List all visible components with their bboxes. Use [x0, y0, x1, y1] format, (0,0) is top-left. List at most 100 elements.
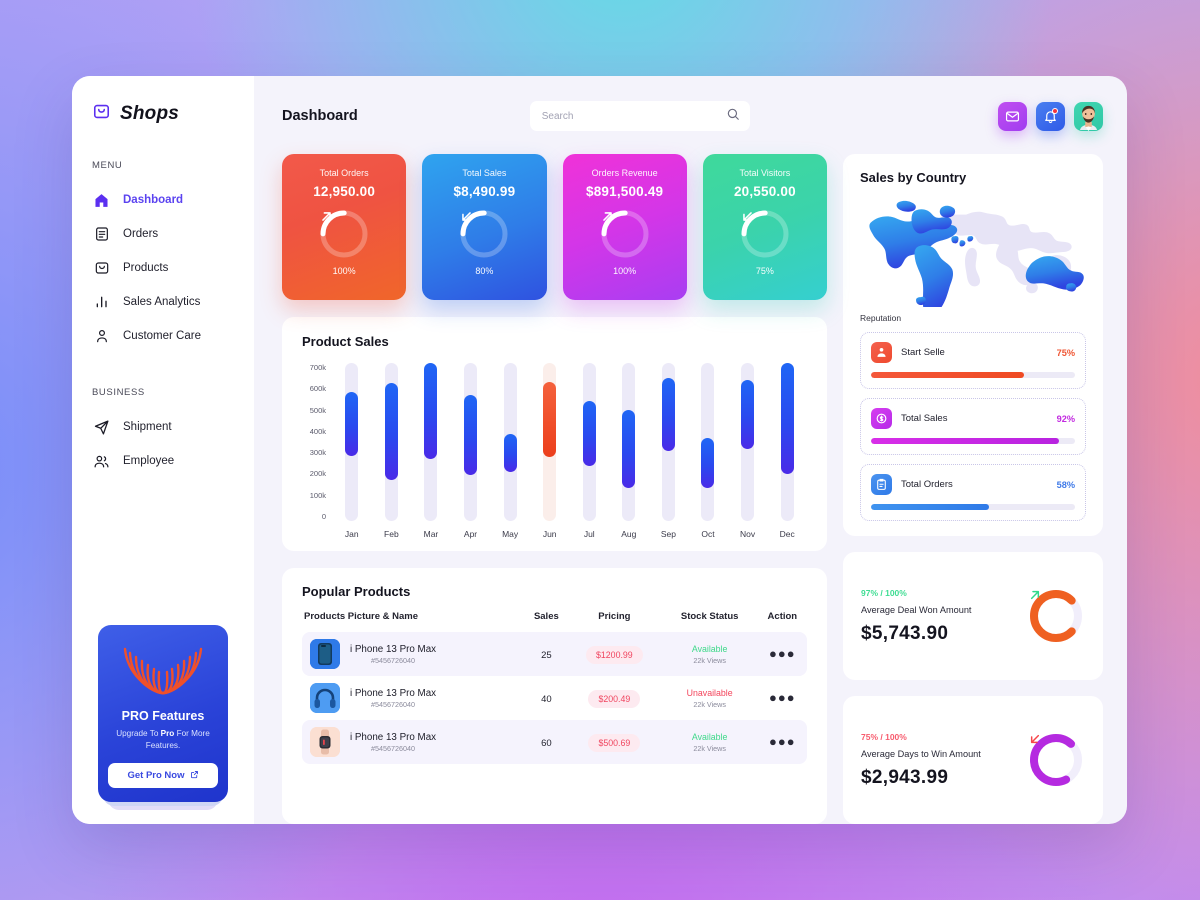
watch-thumbnail	[310, 727, 340, 757]
app-window: Shops MENU Dashboard Orders Products Sal…	[72, 76, 1127, 824]
sidebar-item-customer-care[interactable]: Customer Care	[72, 319, 254, 353]
clipboard-badge-icon	[871, 474, 892, 495]
chart-x-tick: Jul	[583, 529, 595, 539]
chart-bar[interactable]	[451, 363, 491, 521]
product-sku: #5456726040	[371, 700, 416, 710]
table-row[interactable]: i Phone 13 Pro Max #5456726040 60 $500.69 Av…	[302, 720, 807, 764]
table-header-row: Products Picture & Name Sales Pricing Stock…	[302, 611, 807, 632]
stat-card-total-orders[interactable]: Total Orders 12,950.00 100%	[282, 154, 407, 300]
stat-percent: 100%	[613, 266, 637, 276]
content-columns: Total Orders 12,950.00 100% Total Sales …	[282, 154, 1103, 824]
stat-value: $8,490.99	[453, 184, 516, 199]
table-column-header: Action	[767, 611, 798, 622]
table-column-header: Products Picture & Name	[304, 611, 419, 622]
chart-plot-area: Jan Feb Mar Apr May Jun Jul Aug Sep Oct Nov Dec	[332, 363, 807, 539]
product-sku: #5456726040	[371, 744, 416, 754]
stat-value: $891,500.49	[585, 184, 664, 199]
sidebar-item-label: Products	[123, 262, 169, 274]
sidebar-item-products[interactable]: Products	[72, 251, 254, 285]
chart-bar-fill	[345, 392, 359, 456]
chart-bar[interactable]	[372, 363, 412, 521]
chart-bar-fill	[503, 434, 517, 473]
kpi-name: Average Deal Won Amount	[861, 604, 972, 615]
sales-by-country-title: Sales by Country	[860, 170, 967, 185]
mail-icon[interactable]	[998, 101, 1027, 131]
pro-promo-card: PRO Features Upgrade To Pro For More Fea…	[98, 625, 228, 810]
chart-bar[interactable]	[728, 363, 768, 521]
sidebar-item-employee[interactable]: Employee	[72, 444, 254, 478]
table-column-header: Stock Status	[680, 611, 739, 622]
popular-products-table: Products Picture & Name Sales Pricing Stock…	[302, 611, 807, 764]
chart-bar[interactable]	[688, 363, 728, 521]
chart-bar[interactable]	[530, 363, 570, 521]
chart-x-tick: Jan	[344, 529, 359, 539]
kpi-value: $2,943.99	[861, 766, 949, 788]
kpi-text: 97% / 100% Average Deal Won Amount $5,74…	[861, 588, 1027, 645]
notification-dot	[1052, 107, 1058, 114]
kpi-progress-ring	[1027, 731, 1085, 789]
search-box[interactable]	[529, 101, 750, 131]
chart-bar-fill	[622, 410, 636, 489]
reputation-progress-fill	[871, 438, 1059, 444]
home-icon	[93, 192, 110, 209]
reputation-header: Total Orders 58%	[871, 474, 1075, 495]
pricing-cell: $500.69	[567, 720, 662, 764]
chart-bar[interactable]	[649, 363, 689, 521]
more-dots-icon[interactable]: ●●●	[769, 734, 796, 749]
reputation-item-start-selle[interactable]: Start Selle 75%	[860, 332, 1086, 389]
chart-bar[interactable]	[609, 363, 649, 521]
more-dots-icon[interactable]: ●●●	[769, 646, 796, 661]
views-count: 22k Views	[693, 655, 726, 665]
reputation-item-total-sales[interactable]: Total Sales 92%	[860, 398, 1086, 455]
avatar[interactable]	[1074, 101, 1103, 131]
sidebar-item-shipment[interactable]: Shipment	[72, 410, 254, 444]
product-sku: #5456726040	[371, 656, 416, 666]
sidebar-item-label: Dashboard	[123, 194, 184, 206]
world-map	[860, 197, 1086, 316]
table-row[interactable]: i Phone 13 Pro Max #5456726040 40 $200.49 Un…	[302, 676, 807, 720]
orders-list-icon	[93, 226, 110, 243]
bell-icon[interactable]	[1036, 101, 1065, 131]
pro-decorative-art-icon	[108, 639, 218, 703]
stat-card-orders-revenue[interactable]: Orders Revenue $891,500.49 100%	[562, 154, 687, 300]
search-icon[interactable]	[726, 107, 740, 126]
sidebar-item-dashboard[interactable]: Dashboard	[72, 183, 254, 217]
sidebar-item-orders[interactable]: Orders	[72, 217, 254, 251]
reputation-progress-fill	[871, 504, 990, 510]
brand-name: Shops	[120, 103, 180, 124]
product-name: i Phone 13 Pro Max	[350, 687, 437, 699]
chart-y-tick: 600k	[309, 384, 326, 394]
chart-x-tick: May	[502, 529, 519, 539]
users-group-icon	[93, 453, 110, 470]
stat-label: Orders Revenue	[591, 168, 658, 178]
get-pro-now-button[interactable]: Get Pro Now	[108, 763, 218, 788]
page-title: Dashboard	[282, 108, 358, 124]
kpi-card-average-days-to-win[interactable]: 75% / 100% Average Days to Win Amount $2…	[843, 696, 1103, 824]
table-column-header: Pricing	[598, 611, 631, 622]
sidebar-item-sales-analytics[interactable]: Sales Analytics	[72, 285, 254, 319]
search-input[interactable]	[541, 110, 720, 122]
chart-bar-fill	[424, 363, 438, 459]
product-cell: i Phone 13 Pro Max #5456726040	[302, 676, 526, 720]
bar-chart-icon	[93, 294, 110, 311]
stat-card-total-sales[interactable]: Total Sales $8,490.99 80%	[422, 154, 547, 300]
popular-products-card: Popular Products Products Picture & Name…	[282, 568, 827, 824]
table-row[interactable]: i Phone 13 Pro Max #5456726040 25 $1200.99 A…	[302, 632, 807, 676]
chart-bar-fill	[464, 394, 478, 475]
chart-bar[interactable]	[490, 363, 530, 521]
stat-value: 20,550.00	[733, 184, 796, 199]
kpi-percent: 75% / 100%	[861, 731, 907, 742]
product-cell: i Phone 13 Pro Max #5456726040	[302, 632, 526, 676]
progress-ring	[739, 208, 791, 260]
arrow-up-right-icon	[318, 208, 370, 260]
chart-bar[interactable]	[569, 363, 609, 521]
reputation-item-total-orders[interactable]: Total Orders 58%	[860, 464, 1086, 521]
chart-bar[interactable]	[767, 363, 807, 521]
chart-y-tick: 0	[321, 511, 326, 521]
stat-card-total-visitors[interactable]: Total Visitors 20,550.00 75%	[702, 154, 827, 300]
kpi-card-average-deal-won[interactable]: 97% / 100% Average Deal Won Amount $5,74…	[843, 552, 1103, 680]
chart-bar[interactable]	[411, 363, 451, 521]
brand[interactable]: Shops	[72, 102, 254, 126]
chart-bar[interactable]	[332, 363, 372, 521]
more-dots-icon[interactable]: ●●●	[769, 690, 796, 705]
